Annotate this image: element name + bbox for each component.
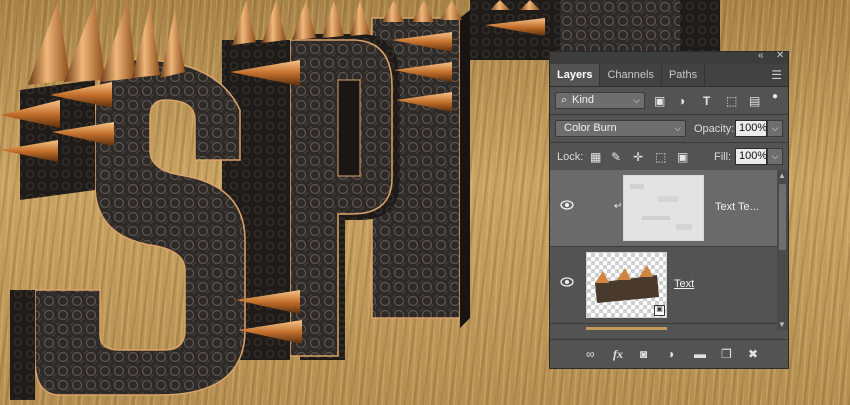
- panel-footer: ∞ fx ◙ ◑ ▬ ❐ ✖: [550, 339, 788, 368]
- smart-object-filter-icon[interactable]: ▤: [749, 94, 760, 108]
- layer-name[interactable]: Text: [674, 278, 694, 290]
- layer-row-partial[interactable]: [550, 324, 778, 330]
- opacity-label: Opacity:: [694, 123, 735, 135]
- filter-row: ⌕ Kind ⌵ ▣ ◑ T ⬚ ▤ ●: [550, 87, 788, 114]
- tab-channels[interactable]: Channels: [600, 64, 662, 86]
- layer-list: ↵ Text Te... ▣ Text: [550, 170, 778, 330]
- chevron-down-icon: ⌵: [633, 95, 640, 105]
- panel-menu-icon[interactable]: ☰: [771, 68, 782, 82]
- blend-row: Color Burn ⌵ Opacity: 100% ⌵: [550, 115, 788, 142]
- filter-kind-select[interactable]: ⌕ Kind ⌵: [555, 92, 645, 109]
- filter-toggle-icon[interactable]: ●: [772, 91, 778, 102]
- fx-icon[interactable]: fx: [613, 347, 623, 362]
- lock-position-icon[interactable]: ✛: [633, 150, 643, 164]
- clipping-mask-icon: ↵: [614, 201, 623, 212]
- opacity-dropdown[interactable]: ⌵: [767, 120, 783, 137]
- opacity-field[interactable]: 100%: [735, 120, 767, 137]
- close-icon[interactable]: ✕: [776, 50, 784, 61]
- visibility-eye-icon[interactable]: [560, 277, 574, 287]
- lock-all-icon[interactable]: ▣: [677, 150, 688, 164]
- image-filter-icon[interactable]: ▣: [654, 94, 665, 108]
- fill-dropdown[interactable]: ⌵: [767, 148, 783, 165]
- layer-row-text[interactable]: ▣ Text: [550, 247, 778, 324]
- texture-thumbnail-image: [624, 176, 703, 240]
- tab-layers[interactable]: Layers: [550, 64, 601, 86]
- link-icon[interactable]: ∞: [586, 347, 595, 361]
- panel-tabs: Layers Channels Paths ☰: [550, 64, 788, 87]
- lock-row: Lock: ▦ ✎ ✛ ⬚ ▣ Fill: 100% ⌵: [550, 143, 788, 170]
- lock-paint-icon[interactable]: ✎: [611, 150, 621, 164]
- group-folder-icon[interactable]: ▬: [694, 347, 706, 361]
- chevron-down-icon: ⌵: [674, 123, 681, 133]
- new-layer-icon[interactable]: ❐: [721, 347, 732, 361]
- layer-thumbnail[interactable]: ▣: [586, 252, 667, 318]
- adjustment-icon[interactable]: ◑: [667, 347, 674, 361]
- filter-kind-label: Kind: [572, 94, 595, 106]
- blend-mode-select[interactable]: Color Burn ⌵: [555, 120, 686, 137]
- layer-row-text-texture[interactable]: ↵ Text Te...: [550, 170, 778, 247]
- trash-icon[interactable]: ✖: [748, 347, 758, 361]
- layer-name[interactable]: Text Te...: [715, 201, 759, 213]
- lock-label: Lock:: [557, 151, 584, 163]
- smart-object-badge-icon: ▣: [654, 305, 665, 316]
- collapse-icon[interactable]: «: [758, 50, 764, 61]
- search-icon: ⌕: [561, 94, 568, 106]
- scroll-down-icon[interactable]: ▼: [778, 320, 786, 329]
- adjustment-filter-icon[interactable]: ◑: [678, 94, 685, 108]
- lock-transparent-icon[interactable]: ▦: [590, 150, 601, 164]
- fill-label: Fill:: [714, 151, 732, 163]
- scroll-up-icon[interactable]: ▲: [778, 171, 786, 180]
- visibility-eye-icon[interactable]: [560, 200, 574, 210]
- layer-list-scrollbar[interactable]: ▲ ▼: [777, 170, 788, 330]
- panel-titlebar[interactable]: « ✕: [550, 50, 788, 64]
- lock-artboard-icon[interactable]: ⬚: [655, 150, 666, 164]
- type-filter-icon[interactable]: T: [703, 94, 710, 108]
- shape-filter-icon[interactable]: ⬚: [726, 94, 737, 108]
- fill-field[interactable]: 100%: [735, 148, 767, 165]
- mask-icon[interactable]: ◙: [640, 347, 647, 361]
- layer-thumbnail[interactable]: [623, 175, 704, 241]
- scroll-thumb[interactable]: [779, 184, 786, 250]
- layer-thumbnail: [586, 327, 667, 330]
- layers-panel: « ✕ Layers Channels Paths ☰ ⌕ Kind ⌵ ▣ ◑…: [549, 50, 789, 369]
- tab-paths[interactable]: Paths: [662, 64, 706, 86]
- blend-mode-value: Color Burn: [564, 122, 617, 134]
